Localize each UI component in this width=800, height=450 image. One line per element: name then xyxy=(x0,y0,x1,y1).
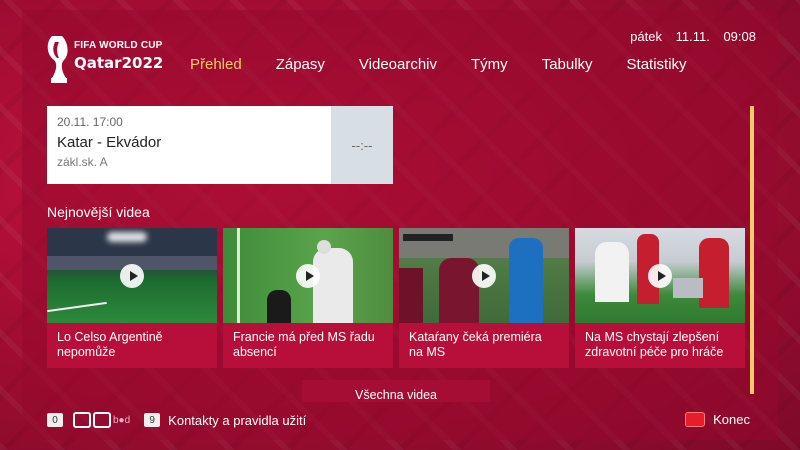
play-icon xyxy=(472,264,496,288)
match-score: --:-- xyxy=(331,106,393,184)
video-card[interactable]: Lo Celso Argentině nepomůže xyxy=(47,228,217,368)
ct-box-icon xyxy=(73,412,91,428)
brand-line-1: FIFA WORLD CUP xyxy=(74,40,163,51)
ct-box-icon xyxy=(93,412,111,428)
video-title: Francie má před MS řadu absencí xyxy=(233,330,375,359)
brand-line-2: Qatar2022 xyxy=(74,54,164,72)
latest-videos-title: Nejnovější videa xyxy=(47,204,150,220)
upcoming-match-card[interactable]: 20.11. 17:00 Katar - Ekvádor zákl.sk. A … xyxy=(47,106,393,184)
match-teams: Katar - Ekvádor xyxy=(57,134,162,151)
video-thumbnail xyxy=(575,228,745,323)
tab-zapasy[interactable]: Zápasy xyxy=(276,56,325,73)
video-card[interactable]: Francie má před MS řadu absencí xyxy=(223,228,393,368)
video-title: Kataŕany čeká premiéra na MS xyxy=(409,330,542,359)
red-key-icon xyxy=(685,412,706,427)
clock-date: 11.11. xyxy=(675,29,710,44)
play-icon xyxy=(120,264,144,288)
match-info: 20.11. 17:00 Katar - Ekvádor zákl.sk. A xyxy=(47,106,331,184)
key-0-badge[interactable]: 0 xyxy=(47,413,63,427)
ct-logo: b●d xyxy=(73,412,130,428)
clock-time: 09:08 xyxy=(723,29,756,44)
video-title: Lo Celso Argentině nepomůže xyxy=(57,330,163,359)
contacts-link[interactable]: Kontakty a pravidla užití xyxy=(168,413,306,428)
tab-tabulky[interactable]: Tabulky xyxy=(542,56,593,73)
video-thumbnail xyxy=(399,228,569,323)
exit-button[interactable]: Konec xyxy=(685,412,750,427)
key-9-badge[interactable]: 9 xyxy=(144,413,161,427)
video-card[interactable]: Kataŕany čeká premiéra na MS xyxy=(399,228,569,368)
tab-statistiky[interactable]: Statistiky xyxy=(627,56,687,73)
ct-logo-suffix: b●d xyxy=(113,414,131,426)
tab-tymy[interactable]: Týmy xyxy=(471,56,508,73)
exit-label: Konec xyxy=(713,412,750,427)
video-thumbnail xyxy=(223,228,393,323)
video-title: Na MS chystají zlepšení zdravotní péče p… xyxy=(585,330,724,359)
play-icon xyxy=(296,264,320,288)
clock-day: pátek xyxy=(630,29,662,44)
video-thumbnail xyxy=(47,228,217,323)
main-nav: Přehled Zápasy Videoarchiv Týmy Tabulky … xyxy=(190,56,687,73)
tab-videoarchiv[interactable]: Videoarchiv xyxy=(359,56,437,73)
play-icon xyxy=(648,264,672,288)
clock: pátek 11.11. 09:08 xyxy=(620,29,756,44)
video-list: Lo Celso Argentině nepomůže Francie má p… xyxy=(47,228,745,368)
tab-prehled[interactable]: Přehled xyxy=(190,56,242,73)
match-datetime: 20.11. 17:00 xyxy=(57,115,123,129)
vertical-scrollbar[interactable] xyxy=(750,106,754,394)
match-group: zákl.sk. A xyxy=(57,155,108,169)
footer-bar: 0 b●d 9 Kontakty a pravidla užití xyxy=(47,412,306,428)
all-videos-button[interactable]: Všechna videa xyxy=(302,380,490,402)
video-card[interactable]: Na MS chystají zlepšení zdravotní péče p… xyxy=(575,228,745,368)
